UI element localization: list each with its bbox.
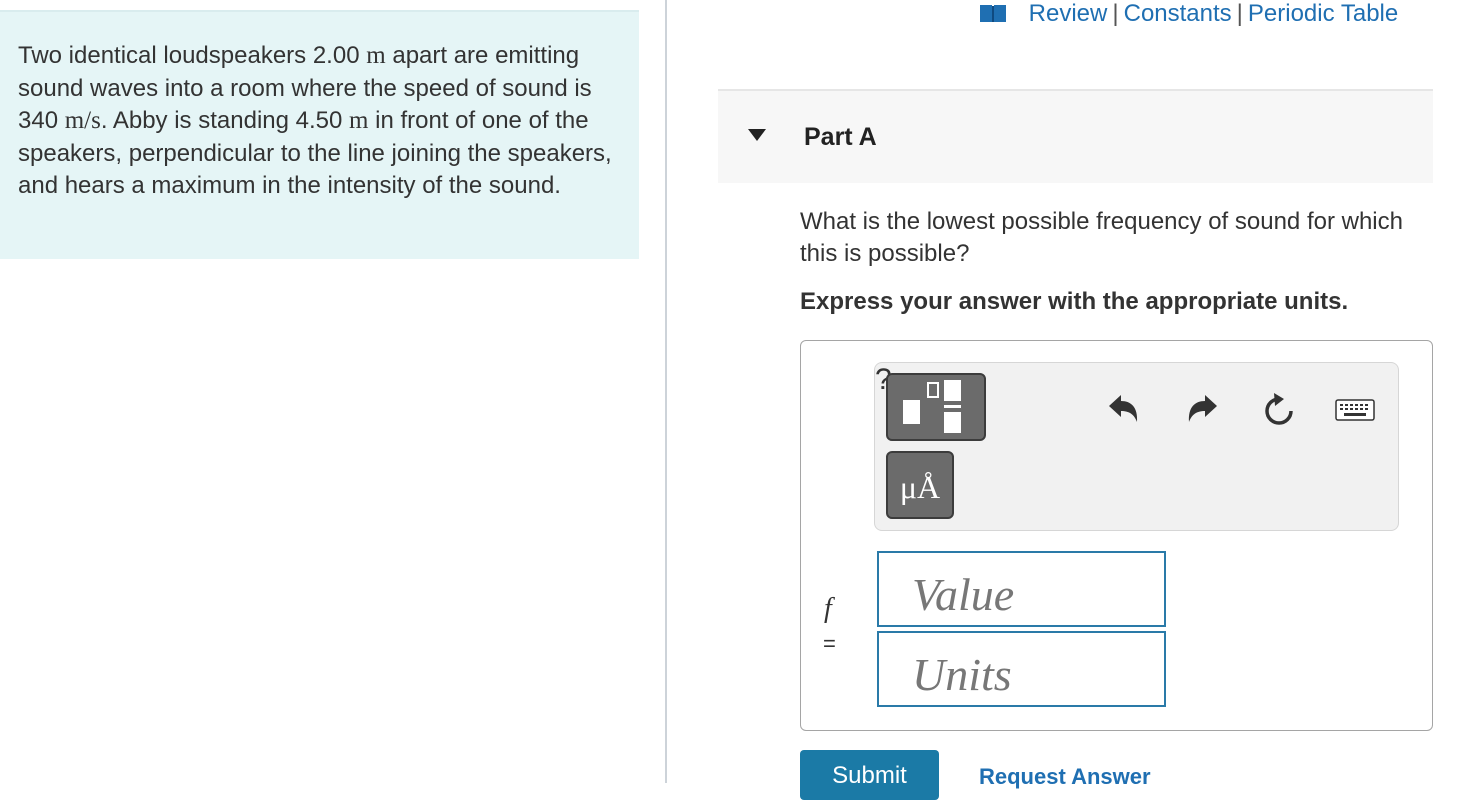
answer-box: μÅ ? f = — [800, 340, 1433, 731]
math-toolbar: μÅ ? — [874, 362, 1399, 531]
submit-button[interactable]: Submit — [800, 750, 939, 800]
units-button[interactable]: μÅ — [886, 451, 954, 519]
answer-instruction: Express your answer with the appropriate… — [800, 288, 1349, 315]
units-input[interactable] — [877, 631, 1166, 707]
periodic-table-link[interactable]: Periodic Table — [1248, 0, 1398, 27]
caret-down-icon[interactable] — [748, 129, 766, 141]
variable-label: f — [824, 593, 832, 624]
request-answer-link[interactable]: Request Answer — [979, 764, 1151, 790]
resource-links: Review | Constants | Periodic Table — [980, 0, 1398, 28]
redo-icon[interactable] — [1185, 392, 1219, 426]
book-icon — [980, 5, 1006, 22]
link-separator: | — [1112, 0, 1119, 27]
equals-sign: = — [823, 631, 836, 656]
review-link[interactable]: Review — [1029, 0, 1108, 27]
value-input[interactable] — [877, 551, 1166, 627]
part-a-header[interactable]: Part A — [718, 89, 1433, 183]
math-unit: m — [349, 107, 369, 134]
problem-statement-panel: Two identical loudspeakers 2.00 m apart … — [0, 10, 639, 259]
undo-icon[interactable] — [1107, 392, 1141, 426]
link-separator: | — [1236, 0, 1243, 27]
math-unit: m/s — [64, 107, 101, 134]
panel-divider — [665, 0, 667, 783]
templates-button[interactable] — [886, 373, 986, 441]
units-icon: μÅ — [899, 469, 941, 505]
question-text: What is the lowest possible frequency of… — [800, 208, 1403, 267]
math-unit: m — [366, 42, 386, 69]
constants-link[interactable]: Constants — [1124, 0, 1232, 27]
keyboard-icon[interactable] — [1335, 399, 1375, 421]
problem-text-segment: . Abby is standing 4.50 — [100, 107, 350, 134]
problem-text-segment: Two identical loudspeakers 2.00 — [18, 42, 367, 69]
templates-icon — [903, 380, 961, 433]
problem-text: Two identical loudspeakers 2.00 m apart … — [18, 40, 618, 203]
part-title: Part A — [804, 123, 877, 151]
reset-icon[interactable] — [1262, 391, 1296, 427]
